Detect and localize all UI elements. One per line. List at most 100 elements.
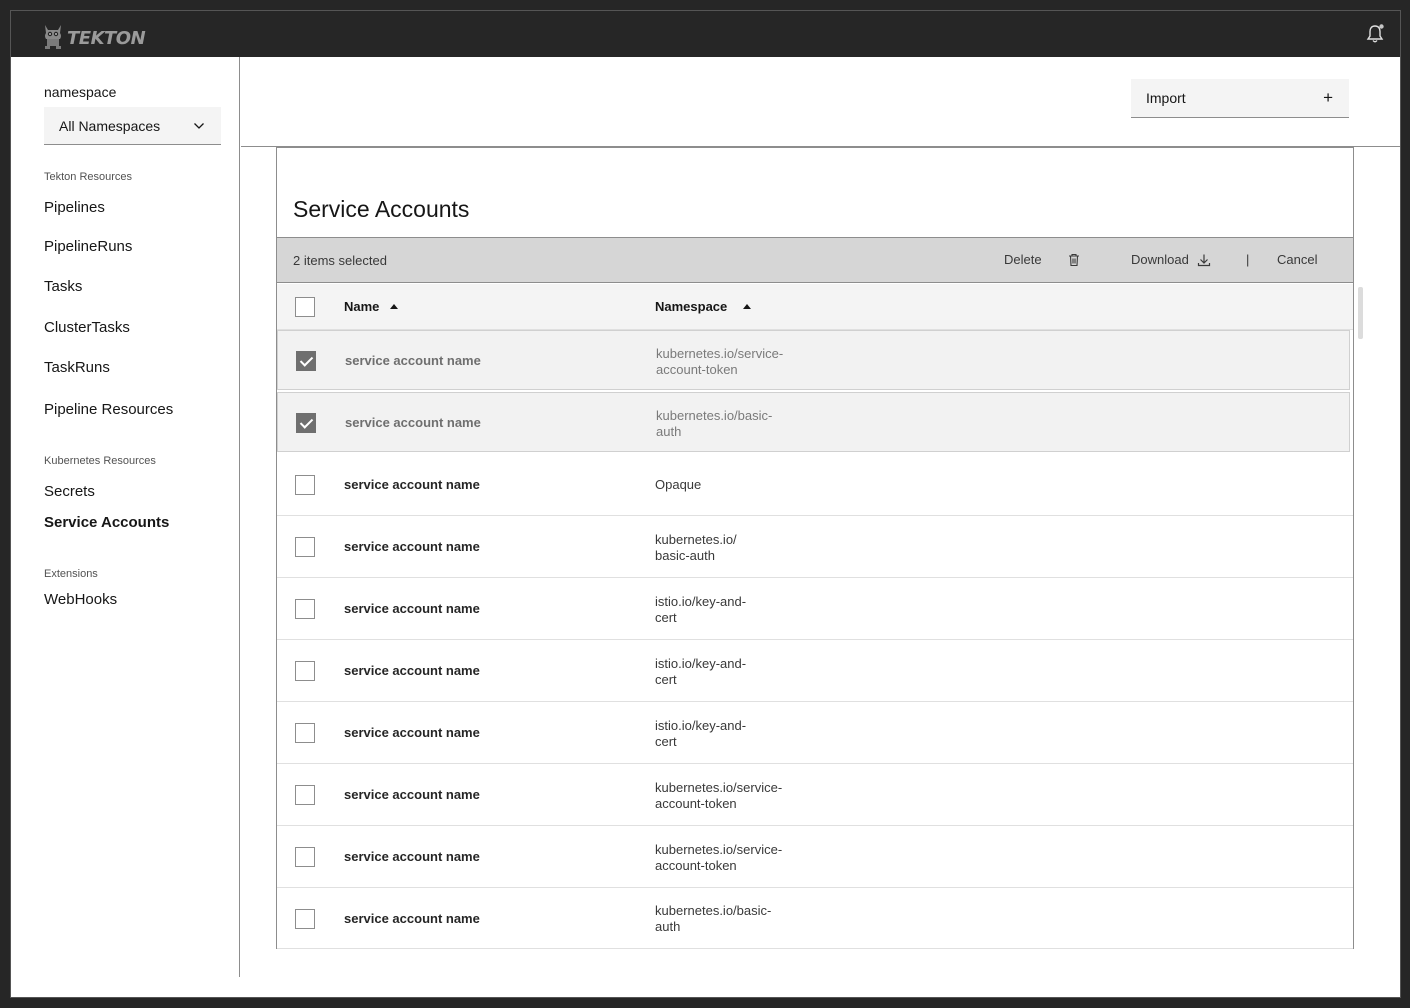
namespace-value: kubernetes.io/service-account-token xyxy=(656,346,806,377)
service-account-name: service account name xyxy=(344,601,480,616)
table-row[interactable]: service account name istio.io/key-and-cer… xyxy=(277,702,1353,764)
selected-count: 2 items selected xyxy=(293,253,387,268)
namespace-value-line: istio.io/key-and- xyxy=(655,594,747,609)
namespace-value-line: kubernetes.io/service- xyxy=(655,780,783,795)
namespace-value-line: kubernetes.io/basic- xyxy=(655,903,772,918)
cancel-label: Cancel xyxy=(1277,252,1318,267)
column-header-namespace-label: Namespace xyxy=(655,299,728,314)
app-window: TEKTON namespace All Namespaces Tekton R… xyxy=(10,10,1401,998)
group-label-kubernetes: Kubernetes Resources xyxy=(44,455,156,467)
service-account-name: service account name xyxy=(344,725,480,740)
namespace-value-line: cert xyxy=(655,609,677,625)
service-account-name: service account name xyxy=(344,911,480,926)
namespace-value-line: account-token xyxy=(656,361,738,377)
sort-ascending-icon xyxy=(743,304,752,309)
chevron-down-icon xyxy=(194,123,204,129)
sidebar-item-service-accounts[interactable]: Service Accounts xyxy=(44,514,169,531)
sidebar-item-pipelines[interactable]: Pipelines xyxy=(44,199,105,216)
row-checkbox[interactable] xyxy=(295,599,315,619)
sidebar-item-pipelineruns[interactable]: PipelineRuns xyxy=(44,238,132,255)
service-account-name: service account name xyxy=(344,477,480,492)
sort-ascending-icon xyxy=(390,304,399,309)
namespace-value-line: account-token xyxy=(655,795,737,811)
namespace-value-line: kubernetes.io/ xyxy=(655,532,737,547)
namespace-dropdown[interactable]: All Namespaces xyxy=(44,107,221,145)
download-button[interactable]: Download xyxy=(1131,252,1211,267)
table-row[interactable]: service account name kubernetes.io/basic-… xyxy=(277,392,1350,452)
sidebar-item-webhooks[interactable]: WebHooks xyxy=(44,591,117,608)
tekton-logo[interactable]: TEKTON xyxy=(41,21,146,49)
table-row[interactable]: service account name Opaque xyxy=(277,454,1353,516)
namespace-value: kubernetes.io/basic-auth xyxy=(656,408,806,439)
sidebar-item-taskruns[interactable]: TaskRuns xyxy=(44,359,110,376)
namespace-value-line: account-token xyxy=(655,857,737,873)
sidebar-item-clustertasks[interactable]: ClusterTasks xyxy=(44,319,130,336)
table-row[interactable]: service account name kubernetes.io/basic-… xyxy=(277,516,1353,578)
row-checkbox[interactable] xyxy=(295,537,315,557)
table-row[interactable]: service account name kubernetes.io/servic… xyxy=(277,330,1350,390)
service-account-name: service account name xyxy=(345,415,481,430)
page-title: Service Accounts xyxy=(293,196,470,222)
service-accounts-table: Service Accounts 2 items selected Delete… xyxy=(276,147,1354,949)
tekton-cat-icon xyxy=(45,25,61,49)
row-checkbox[interactable] xyxy=(295,661,315,681)
column-header-name-label: Name xyxy=(344,299,380,314)
sidebar-item-tasks[interactable]: Tasks xyxy=(44,278,82,295)
row-checkbox[interactable] xyxy=(295,909,315,929)
table-row[interactable]: service account name kubernetes.io/basic-… xyxy=(277,888,1353,949)
download-icon xyxy=(1197,254,1210,266)
group-label-extensions: Extensions xyxy=(44,568,98,580)
select-all-checkbox[interactable] xyxy=(295,297,315,317)
namespace-value-line: auth xyxy=(656,423,682,439)
column-header-name[interactable]: Name xyxy=(344,299,399,314)
namespace-value: kubernetes.io/service-account-token xyxy=(655,780,805,811)
row-checkbox[interactable] xyxy=(295,847,315,867)
sidebar-item-secrets[interactable]: Secrets xyxy=(44,483,95,500)
namespace-value: istio.io/key-and-cert xyxy=(655,718,805,749)
app-header: TEKTON xyxy=(11,11,1400,57)
namespace-value: kubernetes.io/basic-auth xyxy=(655,903,805,934)
table-scrollbar[interactable] xyxy=(1358,287,1363,339)
row-checkbox[interactable] xyxy=(295,785,315,805)
namespace-selected-value: All Namespaces xyxy=(59,117,161,134)
sidebar-item-pipeline-resources[interactable]: Pipeline Resources xyxy=(44,401,173,418)
import-button[interactable]: Import + xyxy=(1131,79,1349,118)
download-label: Download xyxy=(1131,252,1189,267)
row-checkbox[interactable] xyxy=(295,475,315,495)
namespace-value-line: auth xyxy=(655,918,681,934)
service-account-name: service account name xyxy=(345,353,481,368)
service-account-name: service account name xyxy=(344,849,480,864)
row-checkbox[interactable] xyxy=(295,723,315,743)
namespace-value-line: Opaque xyxy=(655,477,702,492)
namespace-value: istio.io/key-and-cert xyxy=(655,594,805,625)
bell-icon[interactable] xyxy=(1364,23,1386,45)
namespace-label: namespace xyxy=(44,84,117,100)
namespace-value: kubernetes.io/basic-auth xyxy=(655,532,805,563)
row-checkbox[interactable] xyxy=(296,351,316,371)
table-row[interactable]: service account name kubernetes.io/servic… xyxy=(277,826,1353,888)
row-checkbox[interactable] xyxy=(296,413,316,433)
table-row[interactable]: service account name istio.io/key-and-cer… xyxy=(277,640,1353,702)
group-label-tekton: Tekton Resources xyxy=(44,171,133,183)
namespace-value-line: istio.io/key-and- xyxy=(655,656,747,671)
batch-action-bar: 2 items selected Delete Download | Cance… xyxy=(276,237,1354,283)
table-header: Name Namespace xyxy=(277,284,1353,330)
namespace-value-line: istio.io/key-and- xyxy=(655,718,747,733)
delete-label: Delete xyxy=(1004,252,1042,267)
table-row[interactable]: service account name istio.io/key-and-cer… xyxy=(277,578,1353,640)
column-header-namespace[interactable]: Namespace xyxy=(655,299,752,314)
table-row[interactable]: service account name kubernetes.io/servic… xyxy=(277,764,1353,826)
namespace-value-line: kubernetes.io/basic- xyxy=(656,408,773,423)
page-toolbar: Import + xyxy=(241,57,1400,147)
brand-name: TEKTON xyxy=(67,27,146,49)
namespace-value: Opaque xyxy=(655,477,805,493)
namespace-value-line: basic-auth xyxy=(655,547,715,563)
batch-separator: | xyxy=(1246,252,1250,267)
namespace-value-line: cert xyxy=(655,671,677,687)
namespace-value-line: kubernetes.io/service- xyxy=(655,842,783,857)
service-account-name: service account name xyxy=(344,539,480,554)
namespace-value-line: kubernetes.io/service- xyxy=(656,346,784,361)
plus-icon: + xyxy=(1323,88,1333,107)
cancel-button[interactable]: Cancel xyxy=(1277,252,1317,267)
delete-button[interactable]: Delete xyxy=(1004,252,1081,267)
